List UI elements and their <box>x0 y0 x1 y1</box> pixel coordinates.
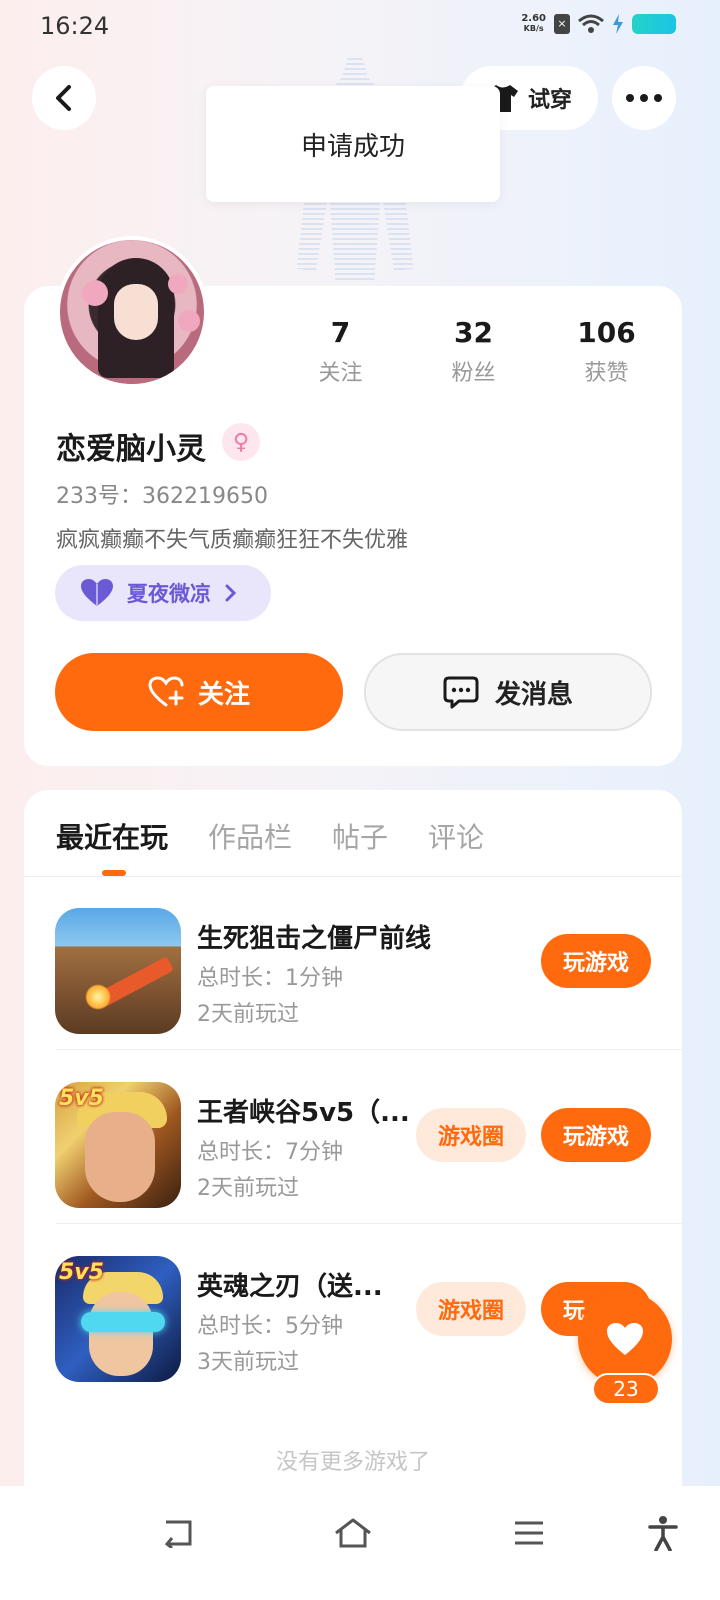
game-title: 英魂之刃（送... <box>197 1272 383 1302</box>
game-duration: 总时长：5分钟 <box>197 1314 343 1339</box>
game-row[interactable]: 5v5 英魂之刃（送... 总时长：5分钟 3天前玩过 游戏圈 玩 <box>24 1224 682 1398</box>
game-title: 王者峡谷5v5（... <box>197 1098 410 1128</box>
nav-home-button[interactable] <box>328 1508 378 1558</box>
chat-bubble-icon <box>443 676 479 709</box>
stat-label: 获赞 <box>584 361 629 386</box>
user-id: 233号：362219650 <box>56 484 268 509</box>
status-time: 16:24 <box>40 12 110 40</box>
status-bar: 16:24 2.60 KB/s × <box>0 0 720 56</box>
stat-value: 7 <box>330 316 351 349</box>
back-arrow-icon <box>56 85 71 111</box>
stat-followers[interactable]: 32 粉丝 <box>407 316 540 387</box>
game-title: 生死狙击之僵尸前线 <box>197 924 432 954</box>
tab-recently-played[interactable]: 最近在玩 <box>56 816 168 856</box>
try-on-label: 试穿 <box>527 88 572 113</box>
nav-back-icon <box>164 1520 192 1548</box>
more-dots-icon <box>626 94 662 102</box>
menu-icon <box>515 1521 543 1545</box>
avatar[interactable] <box>56 236 208 388</box>
user-bio: 疯疯癫癫不失气质癫癫狂狂不失优雅 <box>56 528 409 553</box>
female-gender-icon: ♀ <box>222 423 260 461</box>
game-duration: 总时长：7分钟 <box>197 1140 343 1165</box>
heart-plus-icon <box>148 676 184 707</box>
game-row[interactable]: 生死狙击之僵尸前线 总时长：1分钟 2天前玩过 玩游戏 <box>24 876 682 1050</box>
accessibility-icon <box>648 1516 678 1551</box>
system-nav-bar <box>0 1486 720 1600</box>
game-icon[interactable]: 5v5 <box>55 1256 181 1382</box>
relationship-tag[interactable]: 夏夜微凉 <box>55 565 271 621</box>
heart-icon <box>607 1323 643 1355</box>
play-game-button[interactable]: 玩游戏 <box>541 1108 651 1162</box>
like-count-badge: 23 <box>592 1373 660 1405</box>
battery-icon <box>632 14 676 34</box>
game-row[interactable]: 5v5 王者峡谷5v5（... 总时长：7分钟 2天前玩过 游戏圈 玩游戏 <box>24 1050 682 1224</box>
more-button[interactable] <box>612 66 676 130</box>
stat-label: 粉丝 <box>451 361 496 386</box>
accessibility-button[interactable] <box>638 1508 688 1558</box>
game-last-played: 3天前玩过 <box>197 1350 299 1375</box>
heart-icon <box>81 579 113 606</box>
username: 恋爱脑小灵 <box>56 432 206 467</box>
stat-following[interactable]: 7 关注 <box>274 316 407 387</box>
send-message-button[interactable]: 发消息 <box>364 653 652 731</box>
home-icon <box>335 1518 371 1548</box>
tab-comments[interactable]: 评论 <box>428 816 484 856</box>
stat-value: 106 <box>577 316 636 349</box>
game-last-played: 2天前玩过 <box>197 1176 299 1201</box>
5v5-badge: 5v5 <box>59 1260 104 1285</box>
tag-label: 夏夜微凉 <box>127 582 211 606</box>
nav-back-button[interactable] <box>152 1508 202 1558</box>
wifi-icon <box>578 14 604 33</box>
game-icon[interactable]: 5v5 <box>55 1082 181 1208</box>
like-fab-button[interactable] <box>578 1292 672 1386</box>
back-button[interactable] <box>32 66 96 130</box>
profile-stats: 7 关注 32 粉丝 106 获赞 <box>274 316 674 387</box>
5v5-badge: 5v5 <box>59 1086 104 1111</box>
tab-works[interactable]: 作品栏 <box>208 816 292 856</box>
game-icon[interactable] <box>55 908 181 1034</box>
stat-value: 32 <box>454 316 493 349</box>
status-icons: 2.60 KB/s × <box>521 14 676 34</box>
game-last-played: 2天前玩过 <box>197 1002 299 1027</box>
play-game-button[interactable]: 玩游戏 <box>541 934 651 988</box>
stat-likes[interactable]: 106 获赞 <box>540 316 673 387</box>
nav-menu-button[interactable] <box>504 1508 554 1558</box>
charging-icon <box>613 14 623 34</box>
profile-tabs: 最近在玩 作品栏 帖子 评论 <box>56 816 484 856</box>
follow-label: 关注 <box>197 679 250 710</box>
game-circle-button[interactable]: 游戏圈 <box>416 1282 526 1336</box>
toast-message: 申请成功 <box>206 86 500 202</box>
net-speed: 2.60 KB/s <box>521 13 546 34</box>
sim-off-icon: × <box>554 14 570 34</box>
no-more-games-text: 没有更多游戏了 <box>275 1450 430 1475</box>
stat-label: 关注 <box>318 361 363 386</box>
tab-posts[interactable]: 帖子 <box>332 816 388 856</box>
chevron-right-icon <box>225 584 237 602</box>
message-label: 发消息 <box>494 679 573 710</box>
game-duration: 总时长：1分钟 <box>197 966 343 991</box>
game-circle-button[interactable]: 游戏圈 <box>416 1108 526 1162</box>
follow-button[interactable]: 关注 <box>55 653 343 731</box>
